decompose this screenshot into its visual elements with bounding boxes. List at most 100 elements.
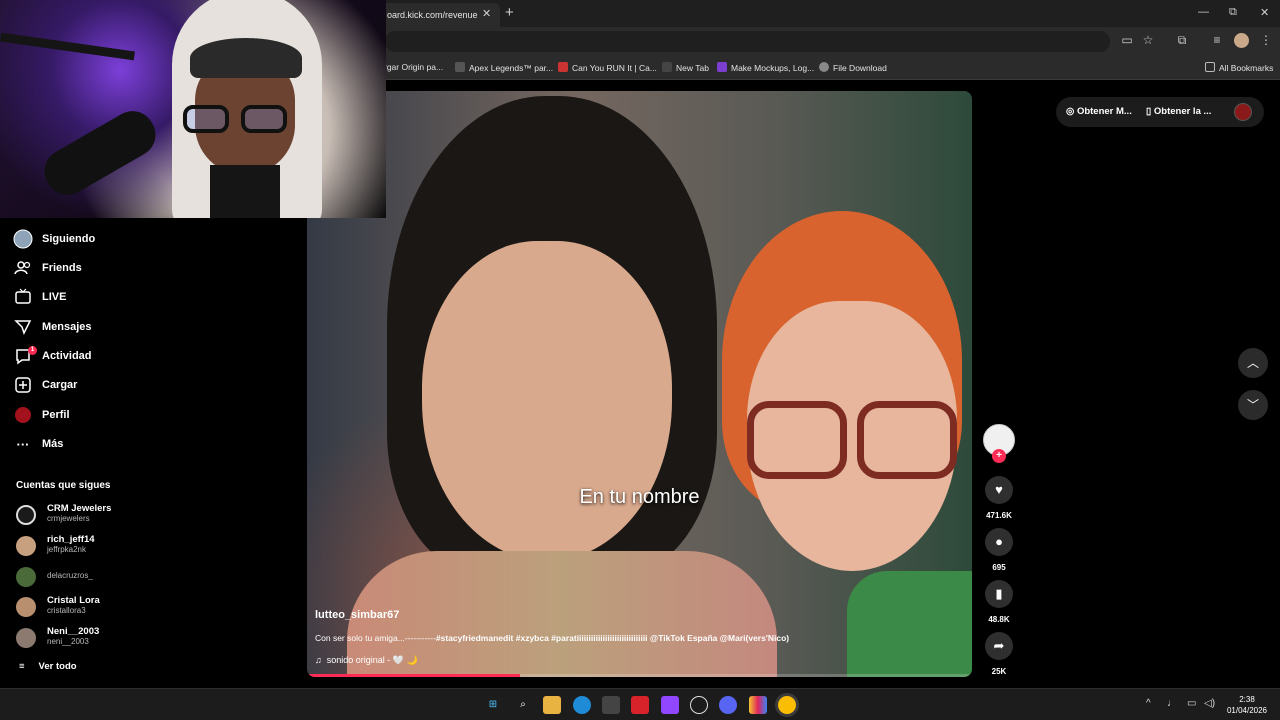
- app-icon[interactable]: [749, 696, 767, 714]
- like-count: 471.6K: [986, 511, 1012, 520]
- bookmark-item[interactable]: Can You RUN It | Ca...: [558, 62, 657, 73]
- followed-account[interactable]: rich_jeff14 jeffrpka2nk: [16, 534, 166, 560]
- user-avatar[interactable]: [1234, 103, 1252, 121]
- messages-icon: [13, 317, 33, 337]
- chevron-up-icon: ︿: [1246, 356, 1259, 370]
- edge-icon[interactable]: [573, 696, 591, 714]
- avatar: [16, 536, 36, 556]
- bookmark-icon: ▮: [995, 586, 1003, 601]
- video-music[interactable]: ♫ sonido original - 🤍 🌙: [315, 655, 418, 666]
- address-bar[interactable]: [385, 31, 1110, 52]
- account-handle: jeffrpka2nk: [47, 545, 86, 554]
- clock-time: 2:38: [1239, 695, 1255, 704]
- avatar: [16, 567, 36, 587]
- account-handle: crmjewelers: [47, 514, 90, 523]
- obs-icon[interactable]: [690, 696, 708, 714]
- phone-icon: ▯: [1146, 106, 1154, 117]
- sidebar-item-label: Friends: [42, 262, 82, 274]
- start-icon[interactable]: ⊞: [484, 696, 502, 714]
- account-name: rich_jeff14: [47, 534, 95, 545]
- next-video-button[interactable]: ﹀: [1238, 390, 1268, 420]
- minimize-button[interactable]: —: [1198, 6, 1209, 18]
- file-explorer-icon[interactable]: [543, 696, 561, 714]
- comment-icon: ●: [995, 534, 1003, 549]
- close-window-button[interactable]: ✕: [1260, 6, 1269, 19]
- avatar: [16, 597, 36, 617]
- video-player[interactable]: En tu nombre lutteo_simbar67 Con ser sol…: [307, 91, 972, 677]
- menu-icon[interactable]: ⋮: [1258, 32, 1274, 48]
- sidebar-item-live[interactable]: LIVE: [13, 286, 66, 308]
- sidebar-item-more[interactable]: ··· Más: [13, 433, 64, 455]
- tab-close-icon[interactable]: ✕: [482, 7, 491, 20]
- install-app-icon[interactable]: ▭: [1119, 32, 1135, 48]
- discord-icon[interactable]: [719, 696, 737, 714]
- extensions-icon[interactable]: ⧉: [1174, 32, 1190, 48]
- new-tab-button[interactable]: +: [505, 4, 514, 21]
- followed-account[interactable]: Cristal Lora cristallora3: [16, 595, 166, 621]
- sidebar-item-label: Siguiendo: [42, 233, 96, 245]
- sidebar-item-following[interactable]: Siguiendo: [13, 228, 95, 250]
- clock-date: 01/04/2026: [1226, 706, 1268, 715]
- video-progress-fill: [307, 674, 520, 677]
- friends-icon: [13, 258, 33, 278]
- webcam-overlay: [0, 0, 386, 218]
- previous-video-button[interactable]: ︿: [1238, 348, 1268, 378]
- tray-chevron-icon[interactable]: ^: [1146, 698, 1151, 709]
- screen: oard.kick.com/revenue ✕ + — ⧉ ✕ ▭ ☆ ⧉ ≡ …: [0, 0, 1280, 720]
- sidebar-item-profile[interactable]: Perfil: [13, 404, 70, 426]
- bookmark-star-icon[interactable]: ☆: [1140, 32, 1156, 48]
- video-progress-bar[interactable]: [307, 674, 972, 677]
- volume-icon[interactable]: ◁): [1204, 698, 1215, 709]
- save-button[interactable]: ▮: [985, 580, 1013, 608]
- bookmark-item[interactable]: Apex Legends™ par...: [455, 62, 553, 73]
- followed-account[interactable]: CRM Jewelers crmjewelers: [16, 503, 166, 529]
- account-handle: cristallora3: [47, 606, 86, 615]
- display-icon[interactable]: ▭: [1187, 698, 1196, 709]
- sidebar-item-upload[interactable]: Cargar: [13, 374, 77, 396]
- avatar: [16, 628, 36, 648]
- microphone-icon[interactable]: ♩: [1167, 698, 1177, 709]
- activity-badge: 1: [28, 346, 37, 355]
- save-count: 48.8K: [988, 615, 1010, 624]
- share-icon: ➦: [993, 638, 1005, 653]
- see-all-button[interactable]: ≡ Ver todo: [19, 661, 77, 672]
- sidebar-item-activity[interactable]: 1 Actividad: [13, 345, 92, 367]
- music-note-icon: ♫: [315, 655, 322, 665]
- description-hashtags[interactable]: #stacyfriedmanedit #xzybca #paratiiiiiii…: [436, 633, 789, 643]
- sidebar-item-label: Más: [42, 438, 64, 450]
- profile-avatar[interactable]: [1234, 33, 1249, 48]
- sidebar-item-friends[interactable]: Friends: [13, 257, 82, 279]
- music-label: sonido original - 🤍 🌙: [326, 655, 418, 665]
- get-coins-label: Obtener M...: [1076, 106, 1132, 117]
- mic-arm: [0, 32, 135, 61]
- video-author[interactable]: lutteo_simbar67: [315, 609, 399, 621]
- sidebar-item-messages[interactable]: Mensajes: [13, 316, 92, 338]
- system-clock[interactable]: 2:38 01/04/2026: [1222, 694, 1272, 716]
- get-coins-button[interactable]: ◎ Obtener M...: [1066, 106, 1132, 117]
- followed-account[interactable]: delacruzros_: [16, 565, 166, 591]
- video-frame-figure: [422, 241, 672, 561]
- share-button[interactable]: ➦: [985, 632, 1013, 660]
- bookmark-item[interactable]: rgar Origin pa...: [384, 62, 443, 72]
- maximize-button[interactable]: ⧉: [1229, 6, 1237, 19]
- follow-plus-icon[interactable]: +: [992, 449, 1006, 463]
- comment-button[interactable]: ●: [985, 528, 1013, 556]
- bookmark-item[interactable]: New Tab: [662, 62, 709, 73]
- share-count: 25K: [991, 667, 1007, 676]
- twitch-icon[interactable]: [661, 696, 679, 714]
- store-icon[interactable]: [602, 696, 620, 714]
- bookmark-item[interactable]: Make Mockups, Log...: [717, 62, 814, 73]
- search-icon[interactable]: ⌕: [514, 696, 532, 714]
- all-bookmarks[interactable]: All Bookmarks: [1205, 62, 1273, 73]
- windows-taskbar: ⊞ ⌕ ^ ♩ ▭ ◁) 2:38 01/04/2026: [0, 688, 1280, 720]
- followed-account[interactable]: Neni__2003 neni__2003: [16, 626, 166, 652]
- heart-icon: ♥: [995, 482, 1003, 497]
- media-icon[interactable]: ≡: [1209, 32, 1225, 48]
- like-button[interactable]: ♥: [985, 476, 1013, 504]
- chevron-down-icon: ﹀: [1246, 398, 1259, 412]
- bookmark-item[interactable]: File Download: [819, 62, 887, 73]
- get-app-button[interactable]: ▯ Obtener la ...: [1146, 106, 1211, 117]
- amd-icon[interactable]: [631, 696, 649, 714]
- chrome-icon[interactable]: [778, 696, 796, 714]
- upload-icon: [13, 375, 33, 395]
